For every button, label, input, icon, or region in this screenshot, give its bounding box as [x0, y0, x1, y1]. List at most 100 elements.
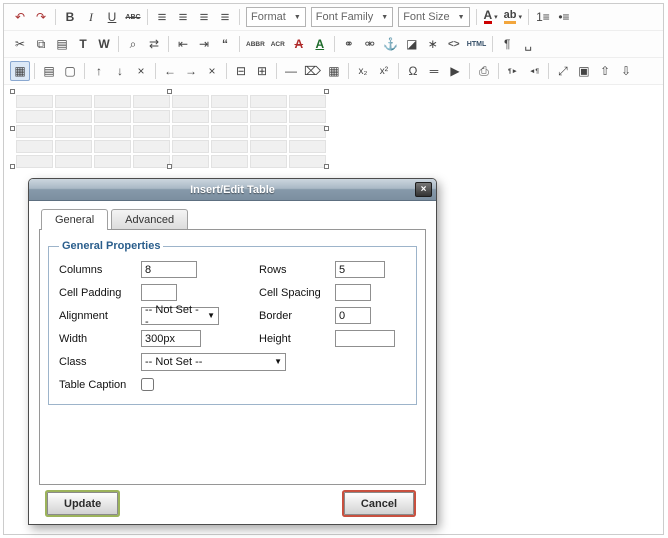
table-cell[interactable]: [250, 125, 287, 138]
table-cell[interactable]: [133, 110, 170, 123]
advanced-hr-icon[interactable]: ═: [424, 61, 444, 81]
delete-row-icon[interactable]: ×: [131, 61, 151, 81]
fullscreen-icon[interactable]: ⤢: [553, 61, 573, 81]
table-cell[interactable]: [133, 155, 170, 168]
cell-spacing-input[interactable]: [335, 284, 371, 301]
table-cell[interactable]: [16, 110, 53, 123]
table-cell[interactable]: [289, 110, 326, 123]
tab-general[interactable]: General: [41, 209, 108, 230]
paste-as-text-icon[interactable]: T: [73, 34, 93, 54]
insert-row-before-icon[interactable]: ↑: [89, 61, 109, 81]
align-right-icon[interactable]: ≡: [194, 7, 214, 27]
split-cells-icon[interactable]: ⊟: [231, 61, 251, 81]
table-cell[interactable]: [289, 95, 326, 108]
table-cell[interactable]: [55, 125, 92, 138]
insert-image-icon[interactable]: ◪: [402, 34, 422, 54]
undo-icon[interactable]: ↶: [10, 7, 30, 27]
format-select[interactable]: Format ▼: [246, 7, 306, 27]
edit-html-icon[interactable]: HTML: [465, 34, 488, 54]
table-cell[interactable]: [172, 140, 209, 153]
table-cell[interactable]: [289, 155, 326, 168]
inserted-text-icon[interactable]: A: [310, 34, 330, 54]
align-justify-icon[interactable]: ≡: [215, 7, 235, 27]
print-icon[interactable]: ⎙: [474, 61, 494, 81]
delete-column-icon[interactable]: ×: [202, 61, 222, 81]
table-cell[interactable]: [289, 125, 326, 138]
table-cell[interactable]: [172, 95, 209, 108]
table-caption-checkbox[interactable]: [141, 378, 154, 391]
paste-from-word-icon[interactable]: W: [94, 34, 114, 54]
resize-handle[interactable]: [167, 89, 172, 94]
table-cell[interactable]: [172, 155, 209, 168]
table-cell[interactable]: [211, 110, 248, 123]
cut-icon[interactable]: ✂: [10, 34, 30, 54]
dialog-close-button[interactable]: ×: [415, 182, 432, 197]
table-cell[interactable]: [16, 95, 53, 108]
table-cell[interactable]: [211, 140, 248, 153]
insert-layer-icon[interactable]: ▣: [574, 61, 594, 81]
remove-link-icon[interactable]: ⚮: [360, 34, 380, 54]
abbreviation-icon[interactable]: ABBR: [244, 34, 267, 54]
table-row-properties-icon[interactable]: ▤: [39, 61, 59, 81]
source-code-icon[interactable]: <>: [444, 34, 464, 54]
insert-media-icon[interactable]: ▶: [445, 61, 465, 81]
resize-handle[interactable]: [324, 126, 329, 131]
send-backward-icon[interactable]: ⇩: [616, 61, 636, 81]
cleanup-code-icon[interactable]: ∗: [423, 34, 443, 54]
resize-handle[interactable]: [10, 126, 15, 131]
remove-formatting-icon[interactable]: ⌦: [302, 61, 323, 81]
table-cell[interactable]: [133, 125, 170, 138]
align-center-icon[interactable]: ≡: [173, 7, 193, 27]
tab-advanced[interactable]: Advanced: [111, 209, 188, 229]
table-cell[interactable]: [94, 125, 131, 138]
table-cell[interactable]: [172, 125, 209, 138]
nonbreaking-space-icon[interactable]: ␣: [518, 34, 538, 54]
blockquote-icon[interactable]: “: [215, 34, 235, 54]
table-cell[interactable]: [94, 155, 131, 168]
table-cell[interactable]: [250, 110, 287, 123]
italic-icon[interactable]: I: [81, 7, 101, 27]
table-cell[interactable]: [250, 140, 287, 153]
table-cell[interactable]: [133, 95, 170, 108]
table-cell[interactable]: [94, 140, 131, 153]
anchor-icon[interactable]: ⚓: [381, 34, 401, 54]
underline-icon[interactable]: U: [102, 7, 122, 27]
table-cell[interactable]: [16, 140, 53, 153]
table-cell-properties-icon[interactable]: ▢: [60, 61, 80, 81]
paste-icon[interactable]: ▤: [52, 34, 72, 54]
table-cell[interactable]: [211, 95, 248, 108]
align-left-icon[interactable]: ≡: [152, 7, 172, 27]
table-cell[interactable]: [211, 155, 248, 168]
right-to-left-icon[interactable]: ◄¶: [524, 61, 544, 81]
toggle-guidelines-icon[interactable]: ▦: [324, 61, 344, 81]
visual-characters-icon[interactable]: ¶: [497, 34, 517, 54]
table-cell[interactable]: [289, 140, 326, 153]
table-cell[interactable]: [133, 140, 170, 153]
subscript-icon[interactable]: x₂: [353, 61, 373, 81]
table-cell[interactable]: [94, 110, 131, 123]
table-cell[interactable]: [55, 110, 92, 123]
strikethrough-icon[interactable]: ABC: [123, 7, 143, 27]
special-character-icon[interactable]: Ω: [403, 61, 423, 81]
insert-link-icon[interactable]: ⚭: [339, 34, 359, 54]
horizontal-rule-icon[interactable]: —: [281, 61, 301, 81]
update-button[interactable]: Update: [47, 492, 118, 515]
find-replace-icon[interactable]: ⇄: [144, 34, 164, 54]
table-cell[interactable]: [250, 155, 287, 168]
insert-row-after-icon[interactable]: ↓: [110, 61, 130, 81]
table-cell[interactable]: [250, 95, 287, 108]
alignment-select[interactable]: -- Not Set -- ▼: [141, 307, 219, 325]
table-cell[interactable]: [16, 125, 53, 138]
font-size-select[interactable]: Font Size ▼: [398, 7, 469, 27]
indent-icon[interactable]: ⇥: [194, 34, 214, 54]
table-cell[interactable]: [55, 155, 92, 168]
insert-column-after-icon[interactable]: →: [181, 61, 201, 81]
resize-handle[interactable]: [167, 164, 172, 169]
acronym-icon[interactable]: ACR: [268, 34, 288, 54]
font-family-select[interactable]: Font Family ▼: [311, 7, 393, 27]
table-cell[interactable]: [16, 155, 53, 168]
resize-handle[interactable]: [10, 89, 15, 94]
bring-forward-icon[interactable]: ⇧: [595, 61, 615, 81]
find-icon[interactable]: ⌕: [123, 34, 143, 54]
insert-column-before-icon[interactable]: ←: [160, 61, 180, 81]
